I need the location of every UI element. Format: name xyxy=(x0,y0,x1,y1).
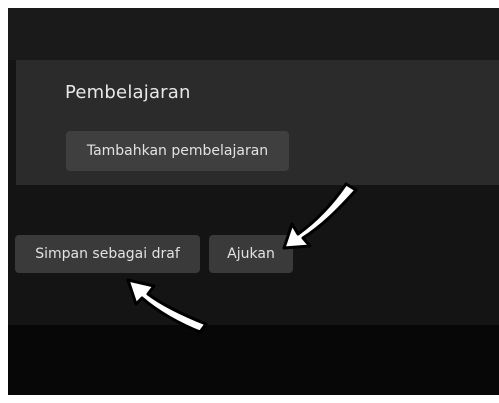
annotation-arrow-draft-icon xyxy=(126,278,208,334)
add-learning-button[interactable]: Tambahkan pembelajaran xyxy=(66,131,289,171)
section-title: Pembelajaran xyxy=(65,82,191,103)
annotation-arrow-submit-icon xyxy=(282,182,358,250)
top-bar xyxy=(8,8,499,60)
footer-area xyxy=(8,325,499,395)
save-as-draft-button[interactable]: Simpan sebagai draf xyxy=(15,235,200,273)
app-window: Pembelajaran Tambahkan pembelajaran Simp… xyxy=(8,8,499,395)
learning-section-panel: Pembelajaran Tambahkan pembelajaran xyxy=(16,60,499,185)
